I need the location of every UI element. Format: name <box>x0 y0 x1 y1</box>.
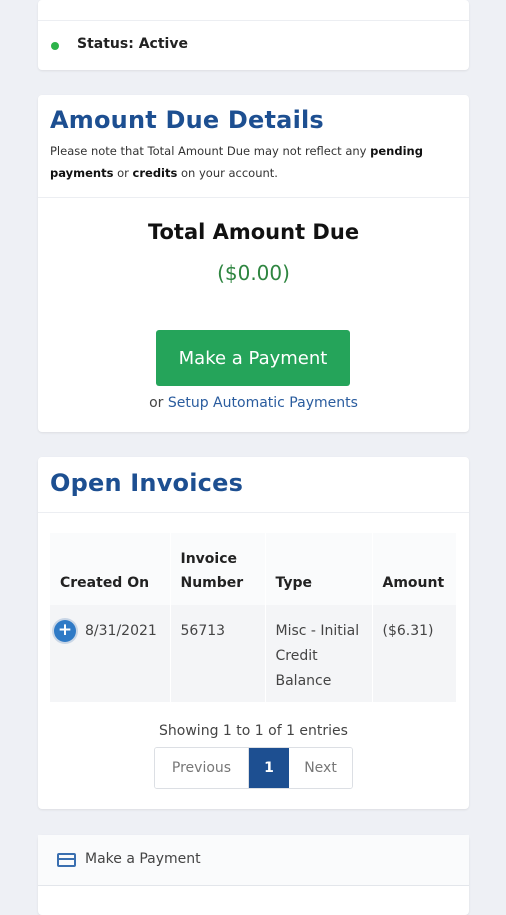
cell-amount: ($6.31) <box>372 605 457 702</box>
table-row: +8/31/2021 56713 Misc - Initial Credit B… <box>50 605 457 702</box>
setup-prefix: or <box>149 395 164 411</box>
credit-card-icon <box>57 853 76 867</box>
open-invoices-title: Open Invoices <box>50 469 244 497</box>
amount-due-card: Amount Due Details Please note that Tota… <box>38 95 469 432</box>
cell-created-on: +8/31/2021 <box>50 605 171 702</box>
setup-autopay-line: or Setup Automatic Payments <box>38 395 469 411</box>
cell-type: Misc - Initial Credit Balance <box>265 605 373 702</box>
make-payment-panel-header[interactable]: Make a Payment <box>38 835 469 886</box>
note-prefix: Please note that Total Amount Due may no… <box>50 144 367 158</box>
total-amount-value: ($0.00) <box>217 261 290 285</box>
setup-automatic-payments-link[interactable]: Setup Automatic Payments <box>168 395 358 411</box>
column-header-amount[interactable]: Amount <box>372 533 457 605</box>
table-header-row: Created On Invoice Number Type Amount <box>50 533 457 605</box>
divider <box>38 20 469 21</box>
make-payment-panel-title: Make a Payment <box>85 851 201 867</box>
column-header-type[interactable]: Type <box>265 533 373 605</box>
created-on-value: 8/31/2021 <box>85 623 157 639</box>
column-header-invoice-number[interactable]: Invoice Number <box>170 533 266 605</box>
open-invoices-card: Open Invoices Created On Invoice Number … <box>38 457 469 809</box>
note-bold-credits: credits <box>132 166 178 180</box>
divider <box>38 197 469 198</box>
pagination-page-1[interactable]: 1 <box>249 748 289 788</box>
status-label: Status: Active <box>77 36 188 52</box>
status-dot-icon <box>51 42 59 50</box>
pagination-next[interactable]: Next <box>289 748 352 788</box>
note-mid: or <box>117 166 129 180</box>
total-amount-label: Total Amount Due <box>147 220 360 244</box>
divider <box>38 512 469 513</box>
amount-due-note: Please note that Total Amount Due may no… <box>50 140 455 184</box>
status-card: Status: Active <box>38 0 469 70</box>
pagination-previous[interactable]: Previous <box>155 748 249 788</box>
invoices-table: Created On Invoice Number Type Amount +8… <box>50 533 457 702</box>
make-payment-button[interactable]: Make a Payment <box>156 330 350 386</box>
cell-invoice-number: 56713 <box>170 605 266 702</box>
column-header-created-on[interactable]: Created On <box>50 533 171 605</box>
entries-info: Showing 1 to 1 of 1 entries <box>159 723 348 739</box>
amount-due-title: Amount Due Details <box>50 106 324 134</box>
note-suffix: on your account. <box>181 166 278 180</box>
expand-row-icon[interactable]: + <box>54 620 76 642</box>
make-payment-panel: Make a Payment <box>38 835 469 915</box>
pagination: Previous 1 Next <box>154 747 353 789</box>
